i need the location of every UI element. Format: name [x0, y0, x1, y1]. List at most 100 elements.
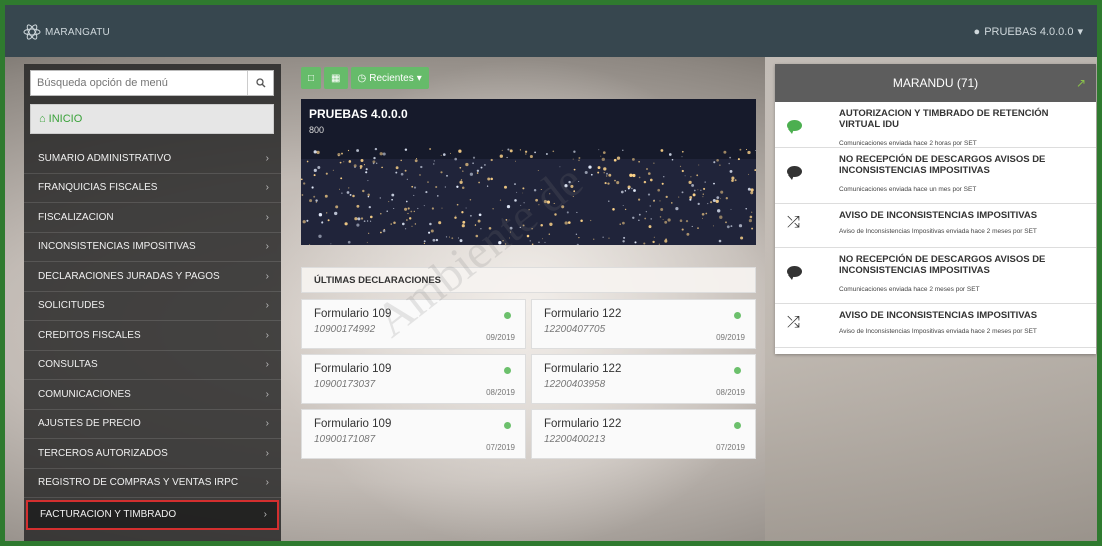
- notification-item[interactable]: ⤮ AVISO DE INCONSISTENCIAS IMPOSITIVAS Avi…: [775, 304, 1096, 348]
- sidebar-item[interactable]: TERCEROS AUTORIZADOS ›: [24, 439, 281, 469]
- notification-meta: Comunicaciones enviada hace 2 meses por …: [839, 286, 980, 293]
- hero-subtitle: 800: [309, 125, 325, 135]
- sidebar-item-label: COMUNICACIONES: [38, 388, 131, 400]
- form-period: 08/2019: [716, 388, 745, 397]
- eye-icon[interactable]: [734, 312, 741, 319]
- declaration-card[interactable]: Formulario 109 10900171087 07/2019: [301, 409, 526, 459]
- user-name: PRUEBAS 4.0.0.0: [984, 25, 1074, 38]
- declaration-card[interactable]: Formulario 122 12200407705 09/2019: [531, 299, 756, 349]
- eye-icon[interactable]: [504, 422, 511, 429]
- sidebar-item[interactable]: FRANQUICIAS FISCALES ›: [24, 174, 281, 203]
- chevron-right-icon: ›: [265, 270, 269, 282]
- declaration-card[interactable]: Formulario 122 12200403958 08/2019: [531, 354, 756, 404]
- chevron-right-icon: ›: [265, 182, 269, 194]
- form-period: 07/2019: [716, 443, 745, 452]
- marandu-list: AUTORIZACION Y TIMBRADO DE RETENCIÓN VIR…: [775, 102, 1096, 348]
- notification-meta: Aviso de Inconsistencias Impositivas env…: [839, 328, 1037, 335]
- sidebar-item[interactable]: CONSULTAS ›: [24, 351, 281, 380]
- sidebar-item[interactable]: FACTURACION Y TIMBRADO ›: [26, 500, 279, 530]
- sidebar-item-inicio[interactable]: ⌂ INICIO: [30, 104, 274, 134]
- sidebar-item[interactable]: SUMARIO ADMINISTRATIVO ›: [24, 144, 281, 174]
- sidebar-item-label: TERCEROS AUTORIZADOS: [38, 447, 168, 459]
- chevron-right-icon: ›: [265, 329, 269, 341]
- sidebar-menu: ⌂ INICIO SUMARIO ADMINISTRATIVO›FRANQUIC…: [24, 64, 281, 541]
- clock-icon: ◷: [357, 72, 367, 84]
- form-number: 10900173037: [314, 379, 376, 390]
- chevron-right-icon: ›: [265, 241, 269, 253]
- form-period: 09/2019: [486, 333, 515, 342]
- sidebar-item[interactable]: REGISTRO DE COMPRAS Y VENTAS IRPC ›: [24, 469, 281, 498]
- sidebar-item[interactable]: SOLICITUDES ›: [24, 292, 281, 321]
- menu-search-input[interactable]: [31, 71, 247, 95]
- sidebar-item-label: CREDITOS FISCALES: [38, 329, 141, 341]
- chevron-right-icon: ›: [265, 388, 269, 400]
- user-menu[interactable]: ● PRUEBAS 4.0.0.0 ▾: [973, 25, 1083, 39]
- sidebar-item[interactable]: CREDITOS FISCALES ›: [24, 321, 281, 351]
- eye-icon[interactable]: [504, 367, 511, 374]
- brand-name: MARANGATU: [45, 26, 110, 38]
- recent-dropdown-button[interactable]: ◷ Recientes ▾: [350, 67, 429, 89]
- sidebar-item[interactable]: FISCALIZACION ›: [24, 203, 281, 233]
- sidebar-item-label: AJUSTES DE PRECIO: [38, 418, 141, 430]
- marangatu-logo-icon: [23, 24, 41, 40]
- sidebar-item-label: FRANQUICIAS FISCALES: [38, 182, 158, 194]
- sidebar-item[interactable]: AJUSTES DE PRECIO ›: [24, 410, 281, 439]
- notification-item[interactable]: AUTORIZACION Y TIMBRADO DE RETENCIÓN VIR…: [775, 102, 1096, 148]
- sidebar-item-label: FISCALIZACION: [38, 211, 114, 223]
- sidebar-item[interactable]: COMUNICACIONES ›: [24, 380, 281, 410]
- sidebar-item-label: INICIO: [48, 113, 83, 125]
- declaration-card[interactable]: Formulario 122 12200400213 07/2019: [531, 409, 756, 459]
- top-navbar: MARANGATU ● PRUEBAS 4.0.0.0 ▾: [5, 5, 1097, 57]
- sidebar-item-label: SOLICITUDES: [38, 300, 105, 312]
- eye-icon[interactable]: [734, 367, 741, 374]
- form-period: 07/2019: [486, 443, 515, 452]
- notification-title: NO RECEPCIÓN DE DESCARGOS AVISOS DE INCO…: [839, 154, 1046, 176]
- marandu-header: MARANDU (71) ↗: [775, 64, 1096, 102]
- form-number: 12200407705: [544, 324, 606, 335]
- sidebar-item[interactable]: INCONSISTENCIAS IMPOSITIVAS ›: [24, 233, 281, 262]
- eye-icon[interactable]: [504, 312, 511, 319]
- menu-search: [30, 70, 274, 96]
- form-name: Formulario 122: [544, 308, 622, 320]
- notification-meta: Comunicaciones enviada hace un mes por S…: [839, 186, 977, 193]
- notification-item[interactable]: NO RECEPCIÓN DE DESCARGOS AVISOS DE INCO…: [775, 148, 1096, 204]
- chevron-right-icon: ›: [265, 418, 269, 430]
- notification-item[interactable]: NO RECEPCIÓN DE DESCARGOS AVISOS DE INCO…: [775, 248, 1096, 304]
- recent-label: Recientes: [369, 72, 414, 84]
- form-name: Formulario 109: [314, 363, 392, 375]
- marandu-title: MARANDU (71): [892, 76, 979, 90]
- form-period: 08/2019: [486, 388, 515, 397]
- new-document-button[interactable]: □: [301, 67, 322, 89]
- chat-icon: [787, 118, 802, 135]
- notification-title: NO RECEPCIÓN DE DESCARGOS AVISOS DE INCO…: [839, 254, 1046, 276]
- form-number: 12200400213: [544, 434, 606, 445]
- eye-icon[interactable]: [734, 422, 741, 429]
- search-button[interactable]: [247, 71, 273, 95]
- form-name: Formulario 122: [544, 418, 622, 430]
- shuffle-icon: ⤮: [787, 214, 800, 231]
- declaration-card[interactable]: Formulario 109 10900173037 08/2019: [301, 354, 526, 404]
- latest-declarations-heading: ÚLTIMAS DECLARACIONES: [301, 267, 756, 293]
- notification-title: AUTORIZACION Y TIMBRADO DE RETENCIÓN VIR…: [839, 108, 1049, 130]
- home-icon: ⌂: [39, 113, 46, 125]
- chevron-right-icon: ›: [265, 477, 269, 489]
- chat-icon: [787, 264, 802, 281]
- brand-logo[interactable]: MARANGATU: [23, 23, 110, 41]
- notification-title: AVISO DE INCONSISTENCIAS IMPOSITIVAS: [839, 310, 1038, 321]
- notification-item[interactable]: ⤮ AVISO DE INCONSISTENCIAS IMPOSITIVAS Avi…: [775, 204, 1096, 248]
- chevron-right-icon: ›: [265, 300, 269, 312]
- notification-meta: Comunicaciones enviada hace 2 horas por …: [839, 140, 977, 147]
- chevron-right-icon: ›: [263, 508, 267, 520]
- search-icon: [255, 78, 265, 88]
- external-link-icon[interactable]: ↗: [1076, 76, 1086, 90]
- app-frame: MARANGATU ● PRUEBAS 4.0.0.0 ▾ ⌂ INICIO S…: [0, 0, 1102, 546]
- hero-title: PRUEBAS 4.0.0.0: [309, 107, 408, 121]
- sidebar-item-label: FACTURACION Y TIMBRADO: [40, 508, 177, 520]
- sidebar-item[interactable]: DECLARACIONES JURADAS Y PAGOS ›: [24, 262, 281, 292]
- sidebar-item-label: SUMARIO ADMINISTRATIVO: [38, 152, 172, 164]
- user-icon: ●: [973, 25, 981, 38]
- form-number: 10900174992: [314, 324, 376, 335]
- calculator-button[interactable]: ▦: [324, 67, 348, 89]
- form-name: Formulario 122: [544, 363, 622, 375]
- file-icon: □: [308, 72, 315, 84]
